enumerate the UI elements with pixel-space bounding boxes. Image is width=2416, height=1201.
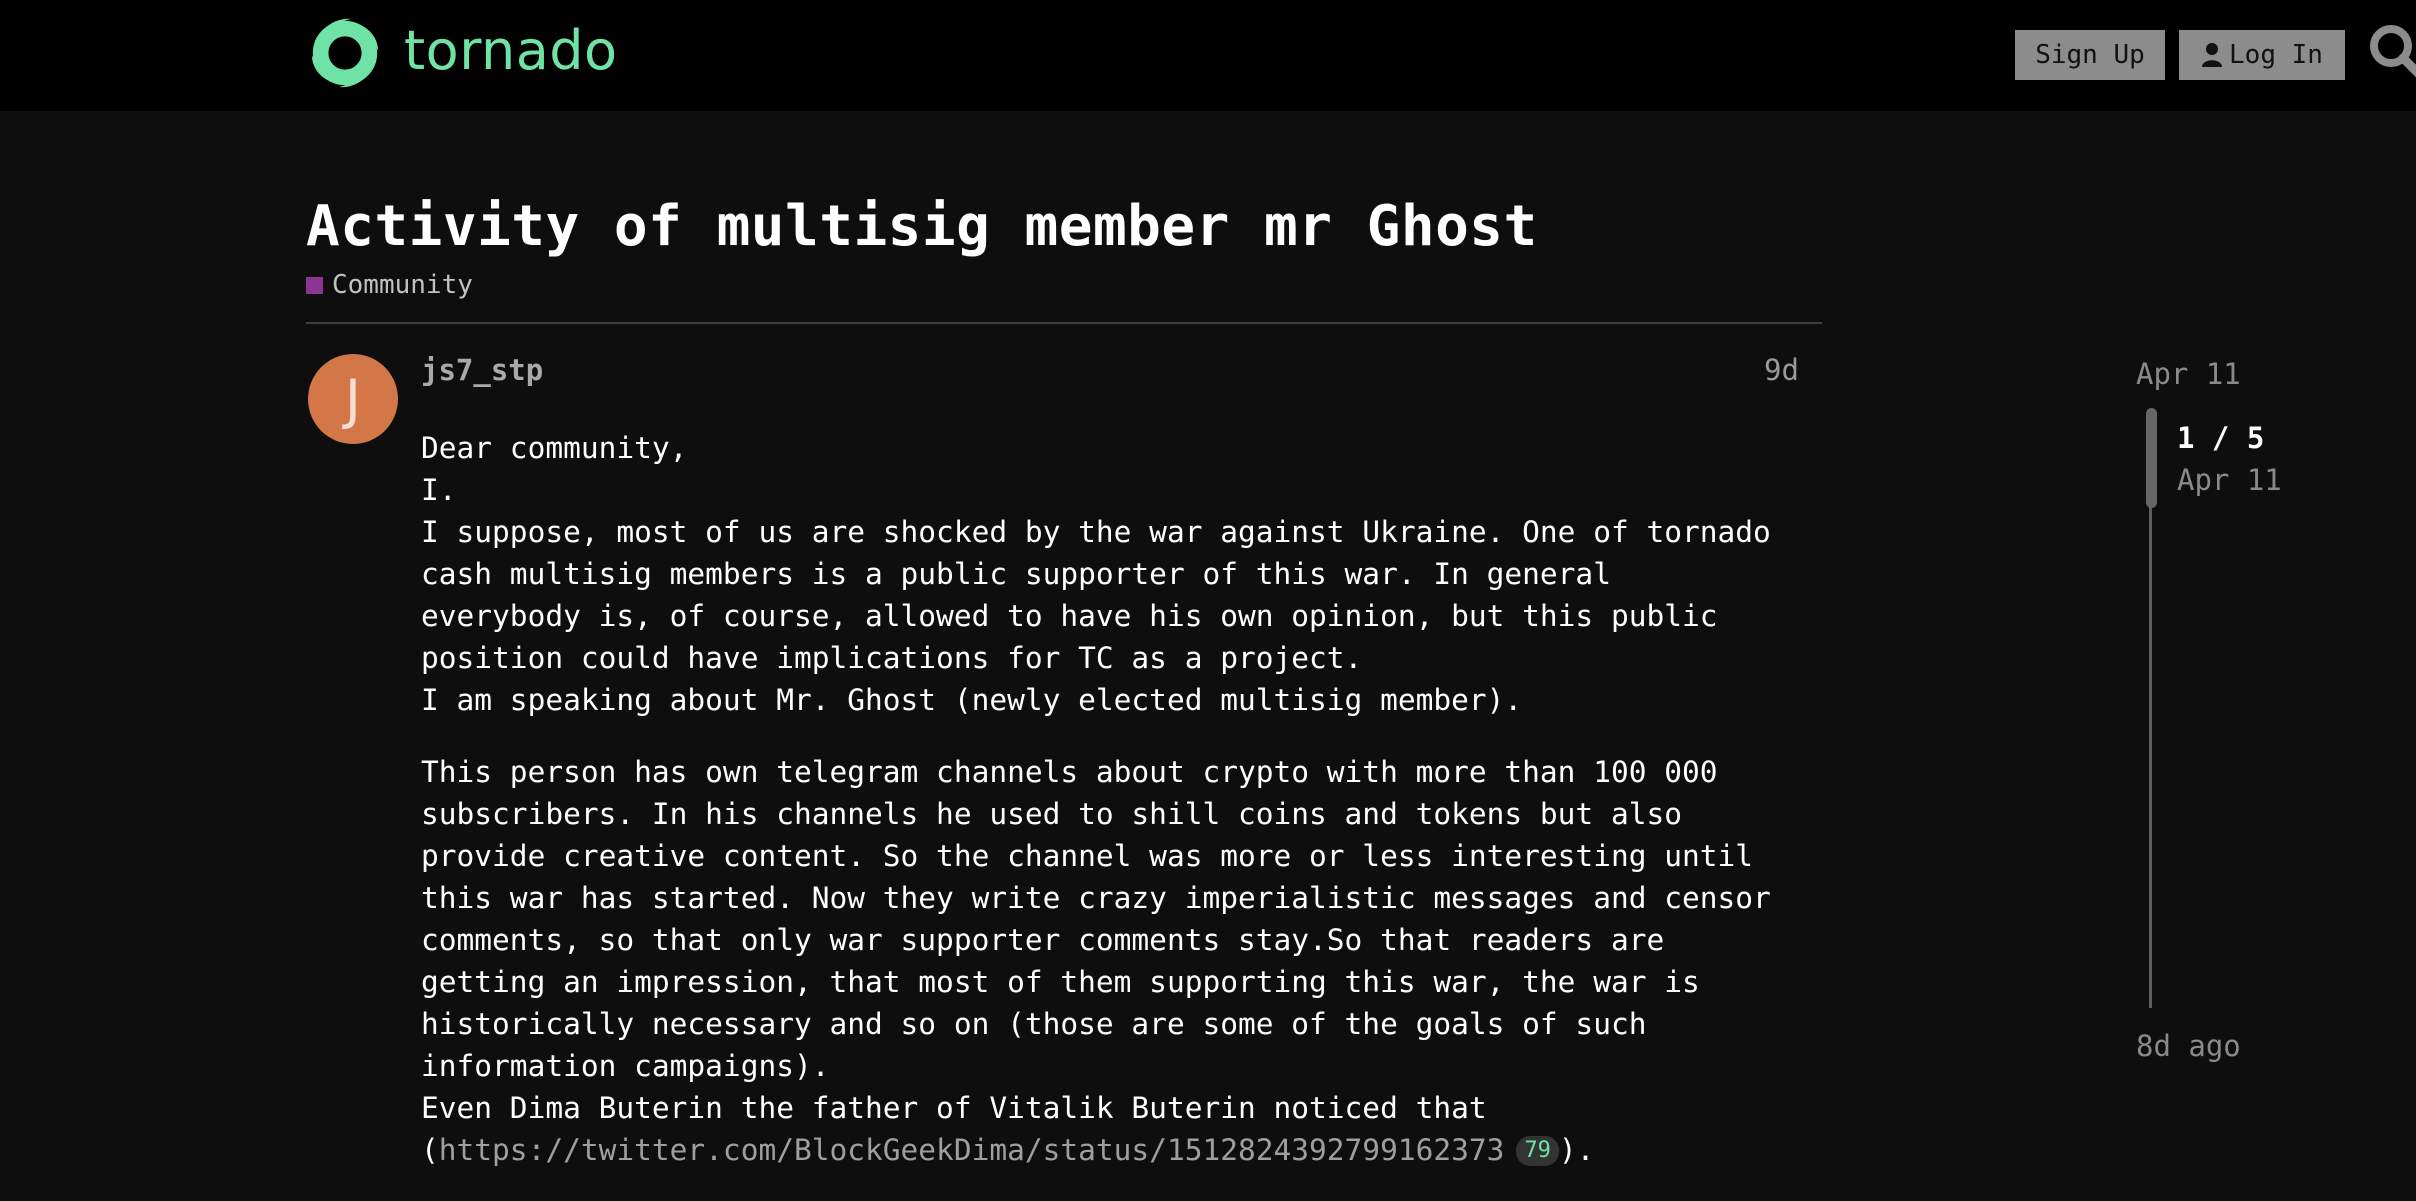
post-body: Dear community, I. I suppose, most of us… [421, 427, 1821, 1201]
post-line: comments, so that only war supporter com… [421, 923, 1665, 957]
post-line: subscribers. In his channels he used to … [421, 797, 1682, 831]
log-in-button[interactable]: Log In [2179, 30, 2345, 80]
post-line: cash multisig members is a public suppor… [421, 557, 1611, 591]
search-icon [2370, 25, 2416, 78]
post-line: everybody is, of course, allowed to have… [421, 599, 1718, 633]
site-header: tornado Sign Up Log In [0, 0, 2416, 111]
search-button[interactable] [2365, 24, 2416, 84]
link-click-count-badge: 79 [1516, 1136, 1559, 1166]
title-separator [306, 322, 1822, 324]
post-line: I suppose, most of us are shocked by the… [421, 515, 1771, 549]
timeline-start-date[interactable]: Apr 11 [2136, 356, 2241, 392]
logo-wordmark: tornado [404, 19, 618, 82]
sign-up-button[interactable]: Sign Up [2015, 30, 2165, 80]
timeline-scroll-handle[interactable] [2146, 408, 2157, 508]
topic-title: Activity of multisig member mr Ghost [306, 194, 1538, 259]
category-color-swatch [306, 276, 323, 294]
post-line: I am speaking about Mr. Ghost (newly ele… [421, 683, 1523, 717]
post-line: I. [421, 473, 457, 507]
timeline-end-date[interactable]: 8d ago [2136, 1028, 2241, 1064]
avatar[interactable]: J [308, 354, 398, 444]
post-paragraph: This person has own telegram channels ab… [421, 751, 1821, 1171]
post-paragraph: Dear community, I. I suppose, most of us… [421, 427, 1821, 721]
category-name: Community [332, 270, 473, 300]
category-badge[interactable]: Community [306, 268, 473, 302]
timeline-post-position: 1 / 5 [2177, 421, 2265, 455]
post-link-line: (https://twitter.com/BlockGeekDima/statu… [421, 1129, 1821, 1171]
link-open-paren: ( [421, 1133, 439, 1167]
post-line: this war has started. Now they write cra… [421, 881, 1771, 915]
post-line: Even Dima Buterin the father of Vitalik … [421, 1091, 1487, 1125]
sign-up-label: Sign Up [2035, 40, 2145, 70]
tornado-swirl-icon [311, 18, 379, 88]
post-line: historically necessary and so on (those … [421, 1007, 1647, 1041]
timeline-position-date: Apr 11 [2177, 463, 2282, 497]
link-close-paren: ). [1558, 1133, 1595, 1167]
post-line: position could have implications for TC … [421, 641, 1363, 675]
twitter-status-link[interactable]: https://twitter.com/BlockGeekDima/status… [439, 1133, 1505, 1167]
post-line: Dear community, [421, 431, 688, 465]
post-line: provide creative content. So the channel… [421, 839, 1754, 873]
post-line: information campaigns). [421, 1049, 830, 1083]
log-in-label: Log In [2229, 40, 2323, 70]
post-author-username[interactable]: js7_stp [421, 352, 543, 388]
timeline-scrollbar-track[interactable] [2149, 470, 2152, 1008]
user-icon [2202, 43, 2223, 67]
post-date[interactable]: 9d [1764, 352, 1799, 388]
post-line: This person has own telegram channels ab… [421, 755, 1718, 789]
post-line: getting an impression, that most of them… [421, 965, 1700, 999]
home-logo-link[interactable]: tornado [306, 13, 618, 93]
